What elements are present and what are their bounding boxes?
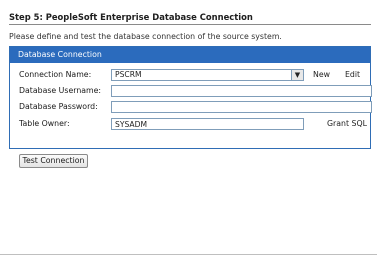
new-connection-link[interactable]: New bbox=[313, 70, 330, 79]
edit-connection-link[interactable]: Edit bbox=[345, 70, 360, 79]
connection-name-value: PSCRM bbox=[115, 70, 142, 79]
table-owner-input[interactable] bbox=[111, 118, 304, 130]
db-password-row: Database Password: bbox=[19, 101, 372, 113]
connection-name-label: Connection Name: bbox=[19, 70, 92, 79]
grant-sql-link[interactable]: Grant SQL bbox=[327, 119, 367, 128]
connection-name-row: Connection Name: PSCRM ▼ New Edit bbox=[19, 69, 362, 81]
db-username-input[interactable] bbox=[111, 85, 372, 97]
table-owner-label: Table Owner: bbox=[19, 119, 70, 128]
panel-header: Database Connection bbox=[10, 47, 370, 63]
db-username-label: Database Username: bbox=[19, 86, 102, 95]
step-title: Step 5: PeopleSoft Enterprise Database C… bbox=[9, 12, 371, 25]
step-description: Please define and test the database conn… bbox=[9, 32, 282, 41]
database-connection-panel: Database Connection Connection Name: PSC… bbox=[9, 46, 372, 149]
db-password-input[interactable] bbox=[111, 101, 372, 113]
db-username-row: Database Username: bbox=[19, 85, 372, 97]
test-connection-button[interactable]: Test Connection bbox=[19, 154, 88, 168]
table-owner-row: Table Owner: Grant SQL bbox=[19, 118, 367, 130]
connection-name-select[interactable]: PSCRM ▼ bbox=[111, 69, 304, 81]
dropdown-arrow-icon[interactable]: ▼ bbox=[291, 70, 303, 80]
db-password-label: Database Password: bbox=[19, 102, 98, 111]
